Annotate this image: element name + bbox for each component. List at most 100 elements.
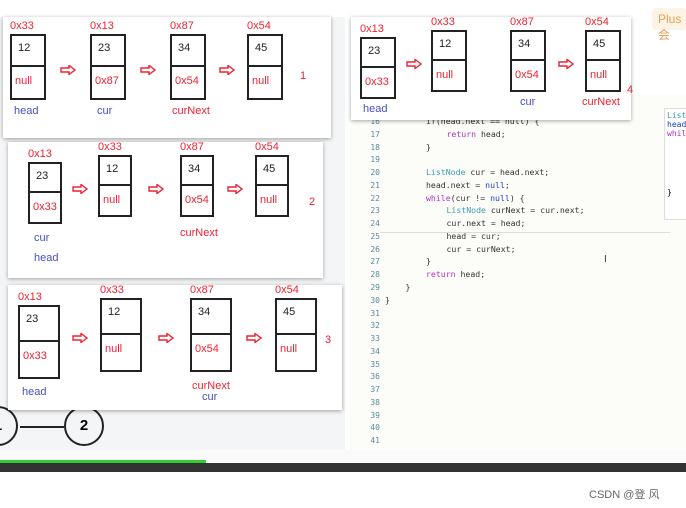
node-next: null (105, 343, 123, 355)
list-node: 45 null (585, 30, 621, 92)
line-number: 32 (370, 321, 380, 331)
node-address: 0x87 (190, 284, 214, 296)
line-number: 33 (370, 334, 380, 344)
line-number: 40 (370, 423, 380, 433)
code-editor[interactable] (350, 95, 686, 450)
node-address: 0x33 (100, 284, 124, 296)
right-arrow-icon (226, 184, 243, 194)
list-node: 34 0x54 (510, 30, 546, 92)
line-number: 41 (370, 436, 380, 446)
node-address: 0x54 (585, 16, 609, 28)
line-number: 18 (370, 142, 380, 152)
plus-badge[interactable]: Plus 会 (652, 8, 686, 42)
node-next: null (280, 343, 298, 355)
node-value: 34 (182, 157, 212, 186)
code-text: } (385, 294, 390, 305)
code-line[interactable]: } (426, 256, 431, 266)
list-node: 34 0x54 (190, 298, 232, 372)
node-next: 0x33 (23, 350, 47, 362)
node-value: 34 (172, 36, 204, 67)
null-literal: null (490, 192, 510, 203)
code-line[interactable]: cur = curNext; (447, 244, 516, 254)
side-panel: List head whil } (664, 108, 686, 220)
pointer-label: cur (202, 391, 218, 403)
video-control-bar[interactable] (0, 463, 686, 472)
keyword: return (426, 269, 456, 280)
node-address: 0x54 (247, 20, 271, 32)
node-address: 0x87 (180, 141, 204, 153)
list-node: 45 null (255, 155, 289, 217)
node-value: 34 (192, 300, 230, 335)
pointer-label: head (22, 386, 47, 398)
code-line[interactable]: return head; (426, 269, 485, 279)
pointer-label: cur (97, 105, 113, 117)
right-arrow-icon (158, 333, 174, 343)
graph-arrow (20, 426, 64, 428)
code-text: curNext = cur.next; (485, 205, 585, 216)
pointer-label: curNext (172, 105, 210, 117)
node-address: 0x13 (90, 20, 114, 32)
node-value: 45 (249, 36, 281, 67)
watermark: CSDN @登 风 (589, 489, 660, 501)
code-line[interactable]: } (426, 142, 431, 152)
node-address: 0x54 (275, 284, 299, 296)
code-text: cur = head.next; (465, 167, 550, 178)
list-node: 45 null (275, 298, 317, 372)
step-number: 2 (309, 196, 316, 208)
node-address: 0x33 (98, 141, 122, 153)
node-value: 12 (433, 32, 465, 61)
step-number: 3 (325, 334, 332, 346)
code-text: } (405, 282, 411, 292)
line-number: 29 (370, 283, 380, 292)
code-line[interactable]: } (406, 282, 411, 292)
line-number: 31 (370, 308, 380, 318)
node-next: 0x87 (95, 75, 119, 87)
list-node: 45 null (247, 34, 283, 100)
node-next: 0x33 (365, 76, 389, 88)
line-number: 35 (370, 359, 380, 369)
pointer-label: curNext (582, 96, 620, 108)
code-line[interactable]: head.next = null; (426, 180, 510, 190)
type-name: ListNode (426, 167, 466, 178)
node-next: 0x54 (515, 69, 539, 81)
side-text: head (667, 120, 686, 129)
node-address: 0x13 (28, 148, 52, 160)
line-number: 25 (370, 231, 380, 241)
line-number: 17 (370, 129, 380, 139)
line-number: 27 (370, 257, 380, 267)
right-arrow-icon (557, 59, 574, 69)
code-line[interactable]: } (385, 295, 390, 305)
node-next: null (590, 69, 608, 81)
code-line[interactable]: while(cur != null) { (426, 193, 525, 203)
node-next: null (436, 69, 454, 81)
node-value: 12 (12, 36, 44, 67)
code-text: head.next = (426, 179, 486, 190)
pointer-label: cur (34, 232, 50, 244)
code-text: head; (455, 269, 486, 280)
node-address: 0x13 (360, 23, 384, 35)
node-value: 23 (20, 307, 58, 342)
code-text: ; (504, 179, 510, 190)
right-arrow-icon (72, 333, 88, 343)
right-arrow-icon (218, 65, 235, 75)
code-text: head = cur; (446, 230, 501, 241)
code-line[interactable]: return head; (447, 129, 506, 139)
line-number: 34 (370, 346, 380, 356)
code-line[interactable]: cur.next = head; (447, 218, 526, 228)
node-value: 23 (92, 36, 124, 67)
node-next: null (260, 194, 278, 206)
line-number: 37 (370, 385, 380, 395)
code-line[interactable]: ListNode curNext = cur.next; (447, 205, 585, 215)
type-name: ListNode (446, 205, 486, 216)
node-next: 0x54 (185, 194, 209, 206)
step-number: 4 (627, 84, 634, 96)
right-arrow-icon (405, 59, 422, 69)
line-number: 36 (370, 372, 380, 382)
code-line[interactable]: ListNode cur = head.next; (426, 167, 549, 177)
line-number: 38 (370, 397, 380, 407)
right-arrow-icon (60, 65, 76, 75)
node-address: 0x13 (18, 291, 42, 303)
code-line[interactable]: head = cur; (447, 231, 501, 241)
pointer-label: cur (520, 96, 536, 108)
right-arrow-icon (140, 65, 156, 75)
